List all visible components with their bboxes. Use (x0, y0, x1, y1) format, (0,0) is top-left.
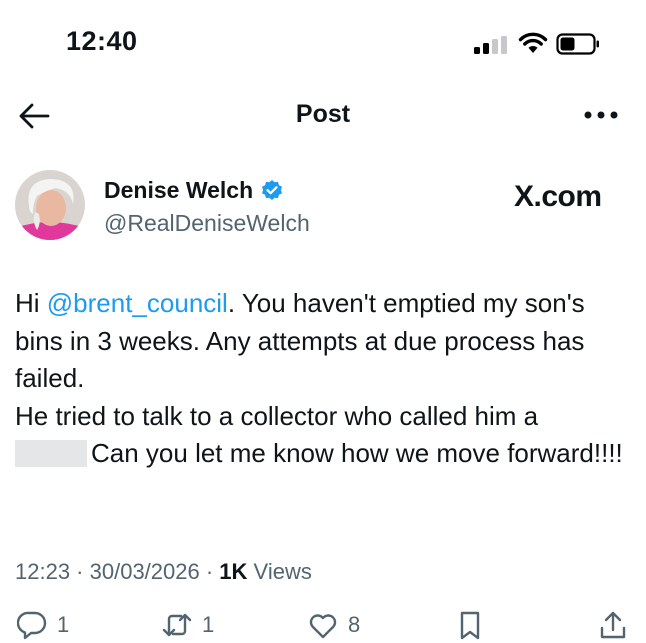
share-button[interactable] (598, 610, 628, 640)
redacted-word (15, 440, 87, 467)
page-title: Post (295, 100, 351, 128)
repost-count: 1 (202, 612, 215, 637)
more-options-icon[interactable] (583, 108, 619, 122)
share-icon (600, 611, 626, 639)
post-date[interactable]: 30/03/2026 (90, 559, 200, 584)
like-button[interactable]: 8 (308, 610, 360, 640)
action-bar: 1 1 8 (0, 610, 646, 643)
reply-icon (17, 611, 47, 640)
post-header: Post (0, 88, 646, 144)
heart-icon (309, 614, 337, 639)
wifi-icon (518, 32, 548, 53)
post-text-body-3: Can you let me know how we move forward!… (91, 438, 623, 468)
views-label: Views (253, 559, 312, 584)
like-count: 8 (348, 612, 361, 637)
repost-icon (162, 613, 192, 637)
views-count: 1K (219, 559, 248, 584)
reply-button[interactable]: 1 (17, 610, 69, 640)
post-text-body-2: He tried to talk to a collector who call… (15, 400, 539, 431)
x-com-watermark: X.com (514, 180, 602, 213)
cellular-signal-icon (474, 36, 507, 54)
bookmark-button[interactable] (455, 610, 485, 640)
author-display-name[interactable]: Denise Welch (104, 177, 253, 204)
post-time: 12:23 (15, 559, 71, 584)
reply-count: 1 (57, 612, 70, 637)
status-bar: 12:40 (0, 0, 646, 80)
repost-button[interactable]: 1 (162, 610, 214, 640)
mention-link[interactable]: @brent_council (47, 288, 228, 318)
post-text-greeting: Hi (15, 288, 47, 318)
post-metadata: 12:23 · 30/03/2026 · 1K Views (15, 559, 312, 584)
author-handle[interactable]: @RealDeniseWelch (104, 210, 310, 237)
avatar[interactable] (15, 170, 85, 240)
author-name-row[interactable]: Denise Welch (104, 177, 284, 204)
battery-icon (556, 33, 599, 55)
status-time: 12:40 (66, 26, 138, 56)
post-text: Hi @brent_council. You haven't emptied m… (15, 285, 625, 473)
bookmark-icon (460, 611, 480, 640)
verified-badge-icon (262, 179, 283, 200)
